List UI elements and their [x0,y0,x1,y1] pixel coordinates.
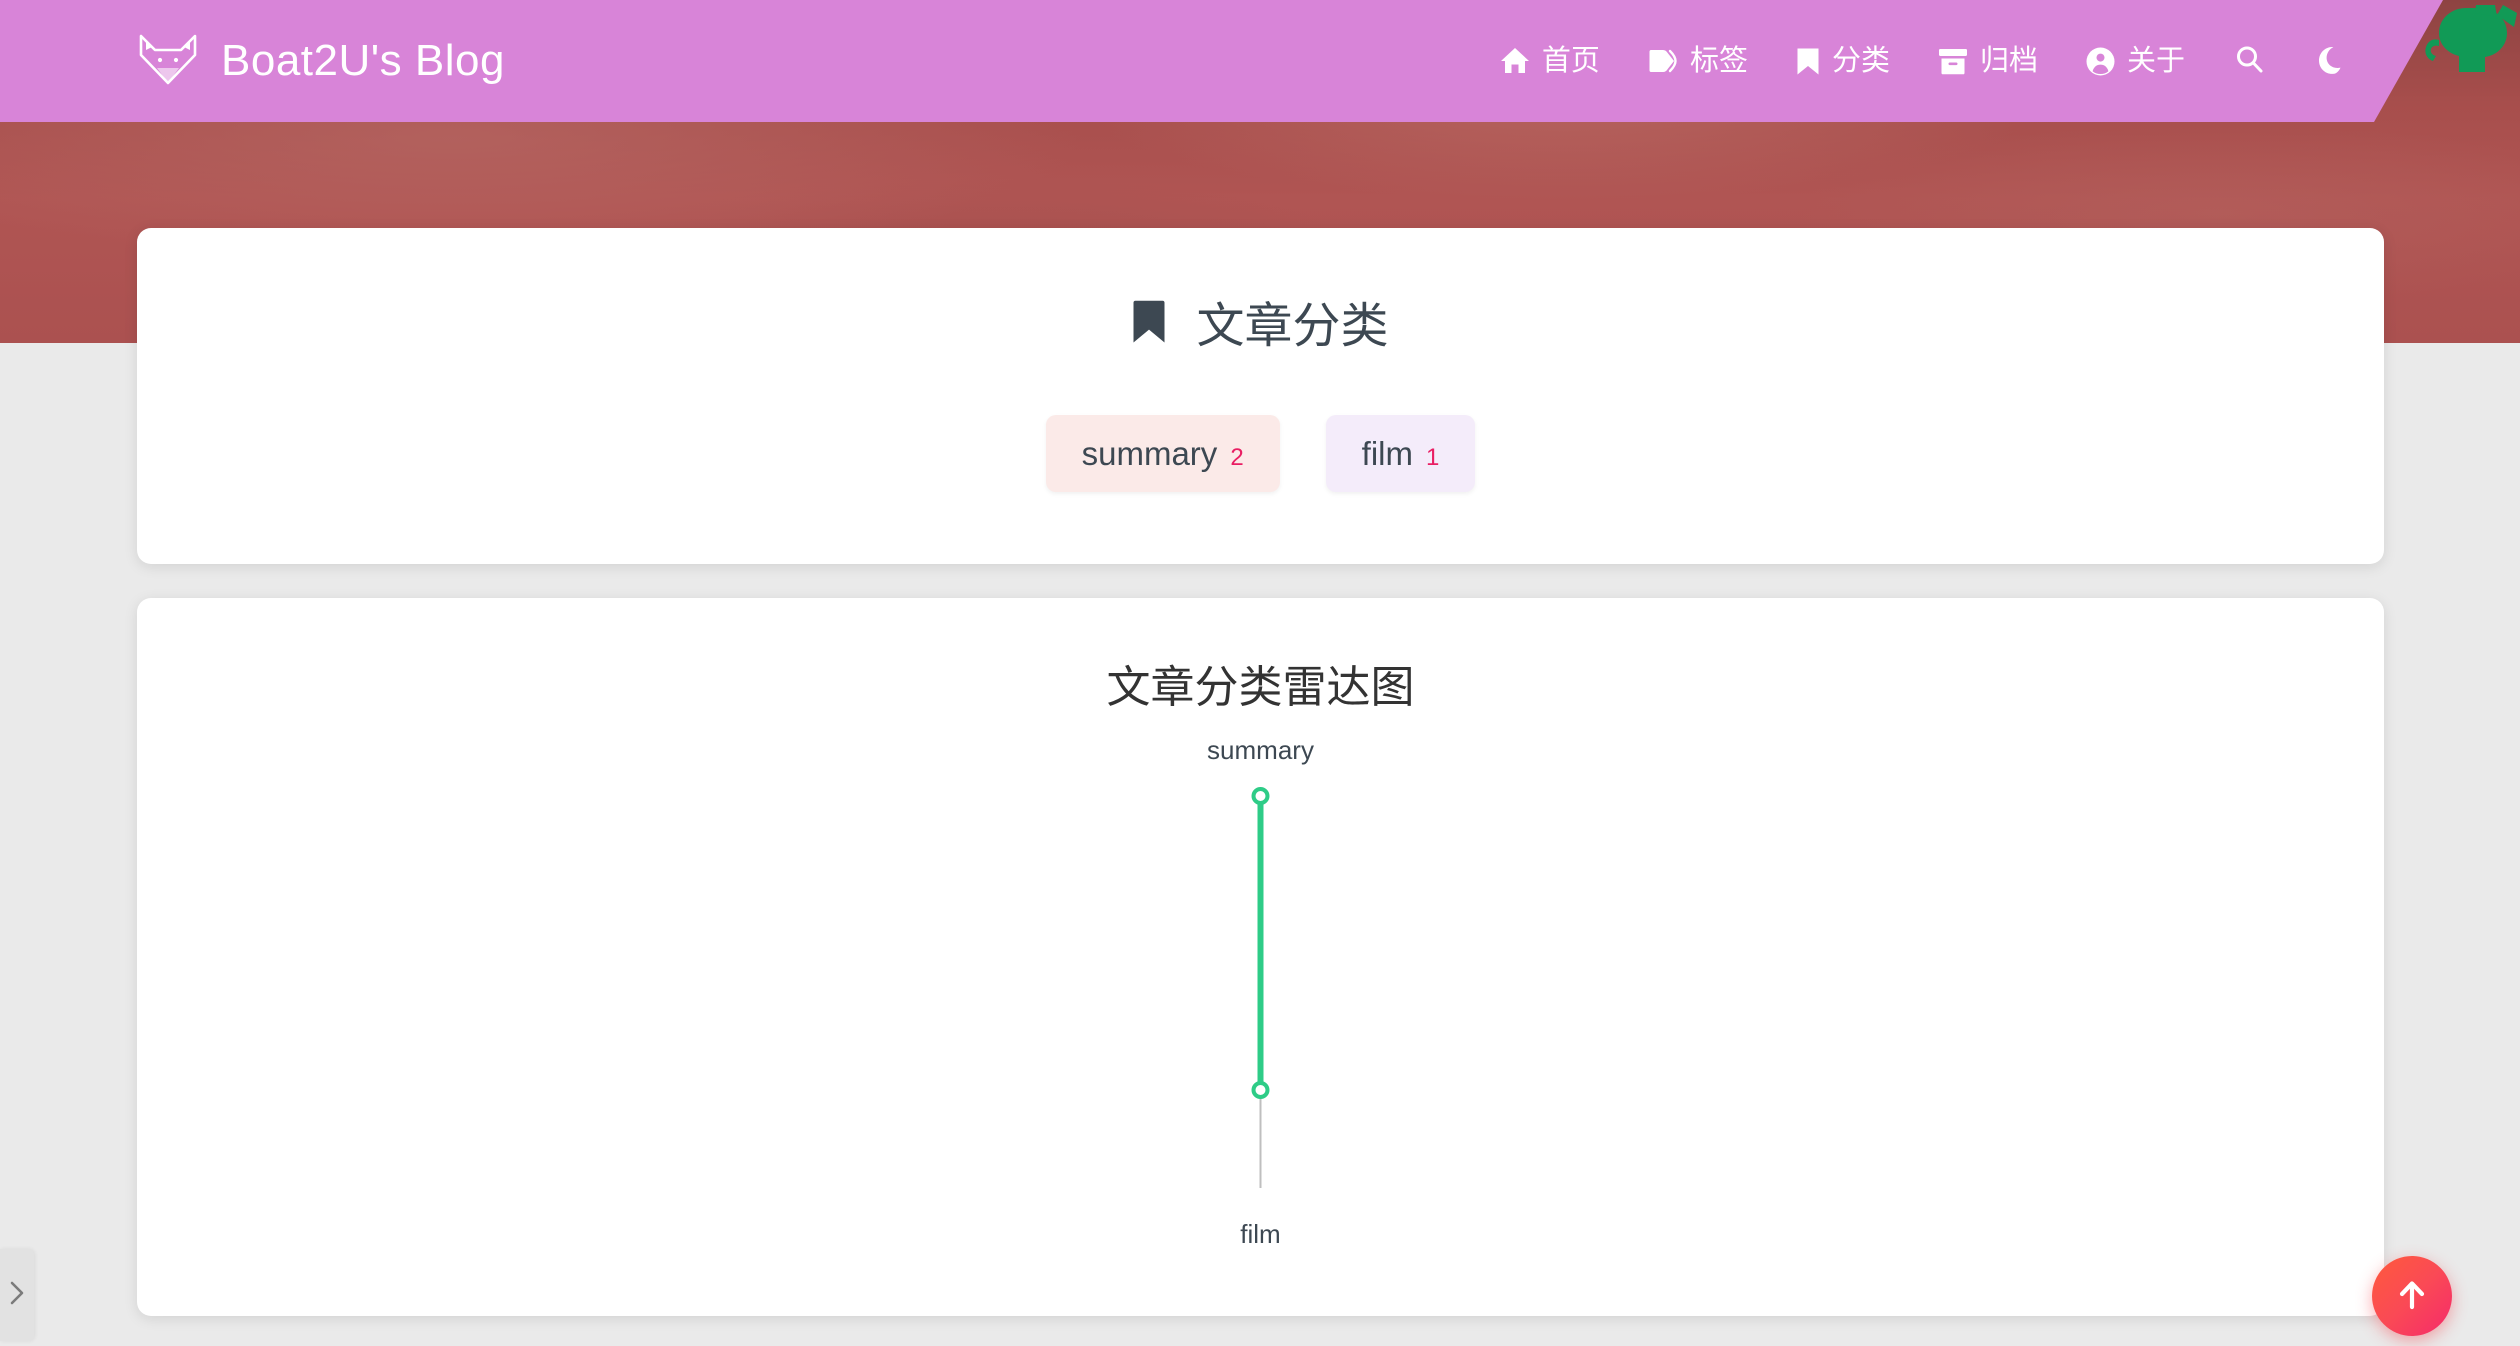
page-root: Boat2U's Blog 首页 标签 分类 归档 关于 文章分类 summar… [0,0,2520,1346]
nav-label-tags: 标签 [1689,44,1748,77]
nav-item-categories[interactable]: 分类 [1772,44,1914,77]
radar-axis-label-summary: summary [1207,735,1314,765]
main-nav: 首页 标签 分类 归档 关于 [1476,44,2372,79]
moon-icon [2316,44,2346,79]
category-chip-row: summary 2 film 1 [137,415,2384,492]
bookmark-icon [1796,47,1820,76]
dark-mode-toggle[interactable] [2290,44,2372,79]
tag-icon [1648,47,1678,75]
radar-chart-title: 文章分类雷达图 [1106,663,1415,712]
radar-card: 文章分类雷达图 summary film [137,598,2384,1316]
nav-item-archive[interactable]: 归档 [1914,44,2062,77]
user-circle-icon [2086,47,2115,76]
site-header: Boat2U's Blog 首页 标签 分类 归档 关于 [0,0,2443,122]
arrow-up-icon [2393,1276,2431,1317]
brand-title: Boat2U's Blog [221,36,505,85]
category-chip-name: summary [1081,435,1218,472]
nav-label-about: 关于 [2126,44,2185,77]
search-icon [2235,45,2264,77]
header-inner: Boat2U's Blog 首页 标签 分类 归档 关于 [0,0,2443,122]
search-button[interactable] [2209,45,2290,77]
nav-label-archive: 归档 [1979,44,2038,77]
nav-item-tags[interactable]: 标签 [1624,44,1772,77]
brand-link[interactable]: Boat2U's Blog [137,33,505,89]
radar-axis-label-film: film [1240,1219,1281,1249]
chevron-right-icon [9,1280,25,1311]
nav-label-categories: 分类 [1831,44,1890,77]
nav-label-home: 首页 [1541,44,1600,77]
category-chip-count: 1 [1426,444,1440,471]
radar-chart-svg [1251,787,1270,1188]
nav-item-home[interactable]: 首页 [1476,44,1624,77]
octocat-corner-icon[interactable] [2375,0,2520,122]
category-chip-summary[interactable]: summary 2 [1045,415,1280,492]
category-chip-name: film [1361,435,1413,472]
categories-title-text: 文章分类 [1196,299,1389,353]
fox-head-icon [137,33,199,89]
bookmark-icon [1132,300,1166,353]
categories-title: 文章分类 [137,300,2384,353]
category-chip-count: 2 [1230,444,1244,471]
back-to-top-button[interactable] [2372,1256,2452,1336]
home-icon [1500,47,1530,75]
archive-icon [1938,48,1968,75]
nav-item-about[interactable]: 关于 [2062,44,2209,77]
sidebar-toggle-button[interactable] [0,1249,34,1341]
category-chip-film[interactable]: film 1 [1325,415,1476,492]
categories-card: 文章分类 summary 2 film 1 [137,228,2384,564]
radar-chart[interactable]: summary film [137,720,2384,1280]
